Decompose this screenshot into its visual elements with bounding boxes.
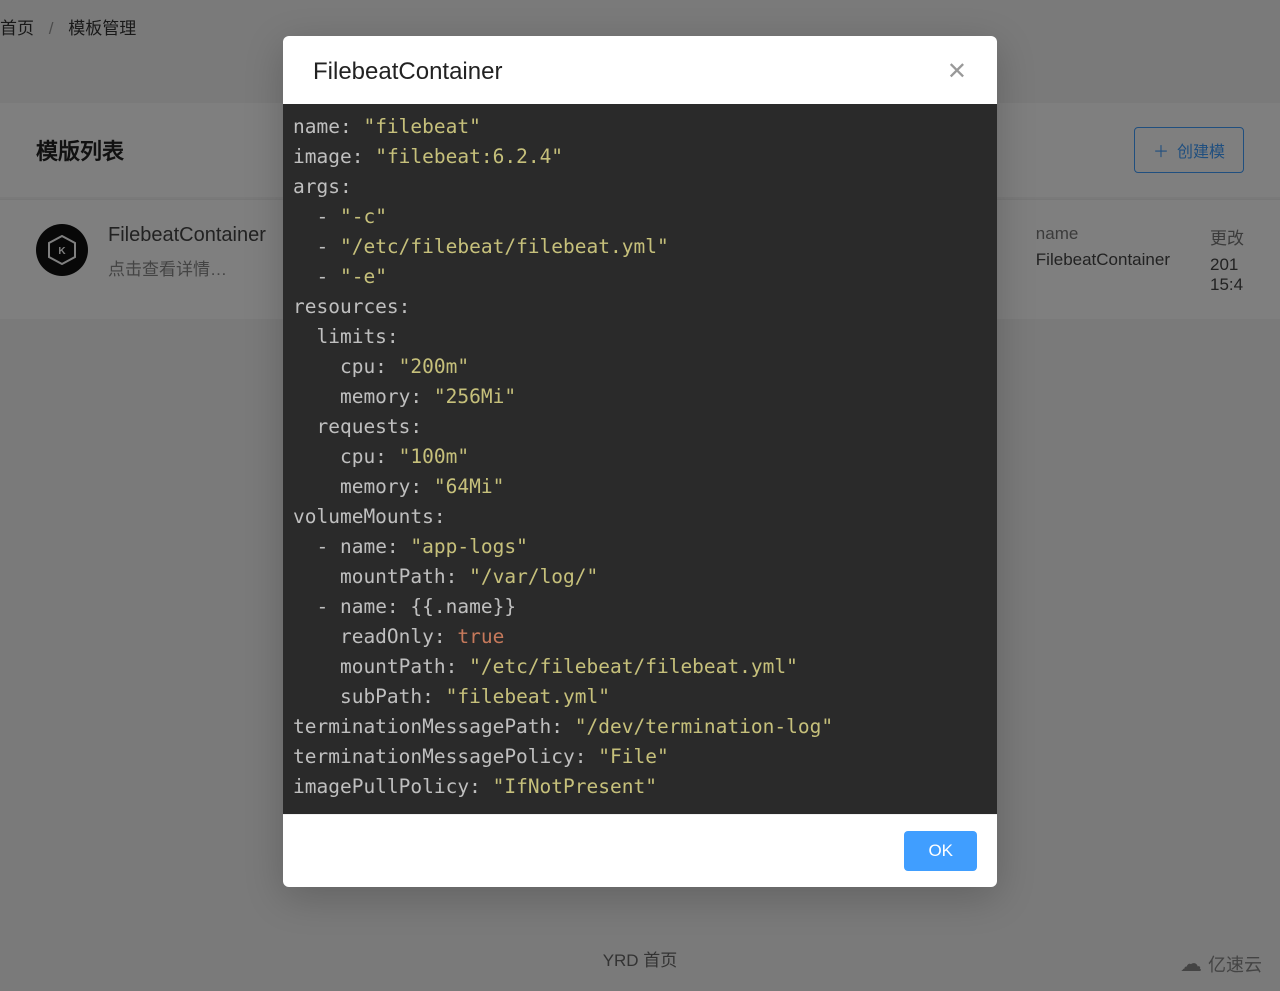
yaml-key: mountPath: xyxy=(293,655,457,678)
modal-footer: OK xyxy=(283,814,997,887)
yaml-key: terminationMessagePath: xyxy=(293,715,563,738)
yaml-key: mountPath: xyxy=(293,565,457,588)
yaml-string: "/var/log/" xyxy=(469,565,598,588)
yaml-key: memory: xyxy=(293,475,422,498)
yaml-key: name: xyxy=(340,595,399,618)
yaml-string: "filebeat.yml" xyxy=(446,685,610,708)
yaml-dash: - xyxy=(293,595,340,618)
yaml-key: imagePullPolicy: xyxy=(293,775,481,798)
yaml-key: limits: xyxy=(293,325,399,348)
yaml-string: "filebeat:6.2.4" xyxy=(375,145,563,168)
yaml-key: image: xyxy=(293,145,363,168)
yaml-key: readOnly: xyxy=(293,625,446,648)
ok-button[interactable]: OK xyxy=(904,831,977,871)
yaml-string: "200m" xyxy=(399,355,469,378)
yaml-string: "/etc/filebeat/filebeat.yml" xyxy=(340,235,669,258)
yaml-string: "File" xyxy=(598,745,668,768)
modal-title: FilebeatContainer xyxy=(313,58,502,86)
yaml-key: name: xyxy=(293,115,352,138)
yaml-string: "-c" xyxy=(340,205,387,228)
yaml-key: memory: xyxy=(293,385,422,408)
yaml-key: name: xyxy=(340,535,399,558)
yaml-keyword: true xyxy=(457,625,504,648)
yaml-key: subPath: xyxy=(293,685,434,708)
yaml-string: "64Mi" xyxy=(434,475,504,498)
yaml-string: "app-logs" xyxy=(410,535,527,558)
modal-header: FilebeatContainer ✕ xyxy=(283,36,997,104)
yaml-code-block: name: "filebeat" image: "filebeat:6.2.4"… xyxy=(283,104,997,814)
yaml-string: "-e" xyxy=(340,265,387,288)
modal: FilebeatContainer ✕ name: "filebeat" ima… xyxy=(283,36,997,887)
yaml-template: {{.name}} xyxy=(410,595,516,618)
yaml-dash: - xyxy=(293,535,340,558)
yaml-key: cpu: xyxy=(293,445,387,468)
modal-overlay[interactable]: FilebeatContainer ✕ name: "filebeat" ima… xyxy=(0,0,1280,991)
yaml-key: volumeMounts: xyxy=(293,505,446,528)
yaml-key: terminationMessagePolicy: xyxy=(293,745,587,768)
yaml-dash: - xyxy=(293,265,340,288)
yaml-string: "/etc/filebeat/filebeat.yml" xyxy=(469,655,798,678)
yaml-string: "100m" xyxy=(399,445,469,468)
close-icon[interactable]: ✕ xyxy=(947,60,967,84)
yaml-string: "filebeat" xyxy=(363,115,480,138)
yaml-dash: - xyxy=(293,205,340,228)
yaml-key: args: xyxy=(293,175,352,198)
yaml-string: "IfNotPresent" xyxy=(493,775,657,798)
yaml-key: requests: xyxy=(293,415,422,438)
yaml-string: "256Mi" xyxy=(434,385,516,408)
yaml-string: "/dev/termination-log" xyxy=(575,715,833,738)
yaml-key: cpu: xyxy=(293,355,387,378)
yaml-dash: - xyxy=(293,235,340,258)
yaml-key: resources: xyxy=(293,295,410,318)
